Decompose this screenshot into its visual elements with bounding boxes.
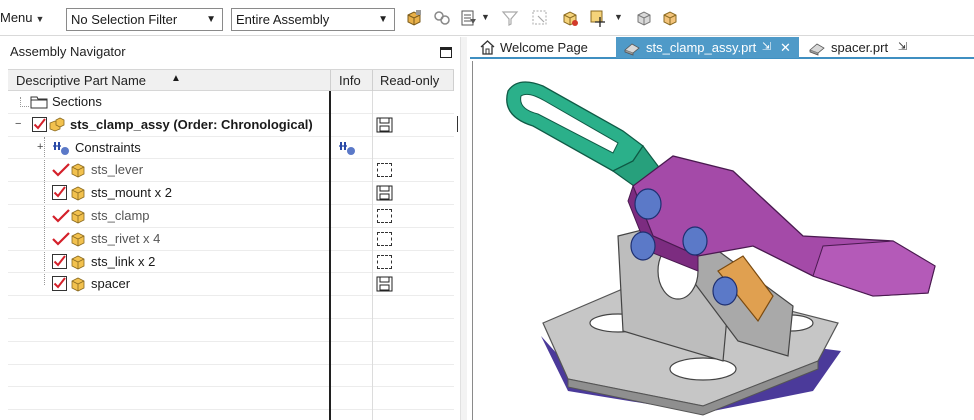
part-icon bbox=[71, 186, 85, 201]
tree-row-part[interactable]: spacer bbox=[8, 273, 454, 297]
empty-row bbox=[8, 342, 454, 365]
link-filter-icon[interactable] bbox=[432, 8, 452, 28]
part-icon bbox=[71, 277, 85, 292]
rivet bbox=[634, 188, 662, 220]
tree-row-label: sts_mount x 2 bbox=[91, 185, 172, 201]
top-toolbar: Menu ▼ No Selection Filter ▼ Entire Assem… bbox=[0, 0, 974, 36]
scope-dropdown[interactable]: Entire Assembly ▼ bbox=[231, 8, 395, 31]
clamp-assembly-model bbox=[506, 81, 936, 416]
home-icon bbox=[480, 40, 495, 55]
tree-row-label: sts_rivet x 4 bbox=[91, 230, 161, 246]
close-icon[interactable]: ✕ bbox=[780, 37, 791, 58]
graphics-viewport[interactable] bbox=[472, 61, 974, 420]
vertical-scrollbar[interactable] bbox=[460, 37, 467, 420]
checked-checkbox-icon[interactable] bbox=[52, 185, 67, 201]
selection-filter-dropdown[interactable]: No Selection Filter ▼ bbox=[66, 8, 223, 31]
tree-row-constraints[interactable]: + Constraints bbox=[8, 137, 454, 160]
tree-row-part[interactable]: sts_clamp bbox=[8, 205, 454, 228]
chevron-down-icon[interactable]: ▼ bbox=[614, 12, 623, 22]
tree-row-label: sts_link x 2 bbox=[91, 253, 156, 269]
not-loaded-icon bbox=[377, 208, 392, 223]
tree-row-part[interactable]: sts_link x 2 bbox=[8, 251, 454, 274]
checked-checkbox-icon[interactable] bbox=[32, 116, 47, 132]
empty-row bbox=[8, 296, 454, 319]
collapse-icon[interactable]: − bbox=[15, 118, 21, 130]
tree-row-label: Constraints bbox=[75, 139, 141, 155]
tree-row-label: sts_clamp_assy (Order: Chronological) bbox=[70, 116, 313, 132]
constraints-info-icon bbox=[339, 141, 355, 155]
part-view-icon[interactable] bbox=[660, 8, 680, 28]
tree-row-label: Sections bbox=[52, 94, 102, 109]
menu-button[interactable]: Menu ▼ bbox=[0, 9, 44, 27]
column-header-row: Descriptive Part Name ▲ Info Read-only bbox=[8, 69, 454, 91]
assembly-icon bbox=[49, 117, 65, 132]
column-header-readonly[interactable]: Read-only bbox=[380, 73, 439, 88]
save-icon bbox=[376, 117, 393, 133]
save-icon bbox=[376, 185, 393, 201]
component-filter-icon[interactable] bbox=[404, 8, 424, 28]
check-mark-icon[interactable] bbox=[52, 232, 70, 246]
tab-label: spacer.prt bbox=[831, 40, 889, 55]
shaded-view-icon[interactable] bbox=[634, 8, 654, 28]
expand-icon[interactable]: + bbox=[37, 141, 43, 153]
part-file-icon bbox=[809, 43, 825, 56]
file-status-icon: ⇲ bbox=[762, 41, 772, 53]
chevron-down-icon: ▼ bbox=[206, 14, 216, 25]
folder-icon bbox=[30, 96, 48, 109]
tab-label: sts_clamp_assy.prt bbox=[646, 40, 757, 55]
select-region-icon[interactable] bbox=[530, 8, 550, 28]
empty-row bbox=[8, 365, 454, 388]
tree-row-part[interactable]: sts_mount x 2 bbox=[8, 182, 454, 205]
panel-title: Assembly Navigator bbox=[10, 44, 126, 59]
column-header-info[interactable]: Info bbox=[339, 73, 361, 88]
not-loaded-icon bbox=[377, 163, 392, 178]
checked-checkbox-icon[interactable] bbox=[52, 276, 67, 292]
select-body-icon[interactable] bbox=[560, 8, 580, 28]
selection-filter-value: No Selection Filter bbox=[71, 12, 178, 27]
checked-checkbox-icon[interactable] bbox=[52, 253, 67, 269]
maximize-icon[interactable] bbox=[440, 47, 452, 58]
filter-funnel-icon[interactable] bbox=[500, 8, 520, 28]
chevron-down-icon: ▼ bbox=[378, 14, 388, 25]
document-tabs: Welcome Page sts_clamp_assy.prt ⇲ ✕ spac… bbox=[470, 37, 974, 59]
assembly-navigator-panel: Assembly Navigator Descriptive Part Name… bbox=[0, 37, 467, 420]
scope-value: Entire Assembly bbox=[236, 12, 330, 27]
tree-row-label: spacer bbox=[91, 276, 131, 292]
check-mark-icon[interactable] bbox=[52, 163, 70, 177]
check-mark-icon[interactable] bbox=[52, 209, 70, 223]
empty-row bbox=[8, 319, 454, 342]
empty-row bbox=[8, 387, 454, 411]
tab-spacer[interactable]: spacer.prt ⇲ bbox=[801, 37, 931, 58]
tree-row-root-assembly[interactable]: − sts_clamp_assy (Order: Chronological) bbox=[8, 114, 458, 137]
part-icon bbox=[71, 163, 85, 178]
snap-point-icon[interactable] bbox=[588, 8, 608, 28]
tree-row-label: sts_lever bbox=[91, 162, 144, 178]
chevron-down-icon[interactable]: ▼ bbox=[481, 12, 490, 22]
tab-sts-clamp-assy[interactable]: sts_clamp_assy.prt ⇲ ✕ bbox=[616, 37, 799, 58]
part-icon bbox=[71, 255, 85, 270]
save-icon bbox=[376, 276, 393, 292]
assembly-tree: Sections − sts_clamp_assy (Order: Chrono… bbox=[8, 91, 458, 411]
not-loaded-icon bbox=[377, 254, 392, 269]
column-divider[interactable] bbox=[329, 91, 331, 420]
part-icon bbox=[71, 209, 85, 224]
constraints-icon bbox=[53, 141, 69, 155]
part-file-icon bbox=[624, 43, 640, 56]
chevron-down-icon: ▼ bbox=[35, 14, 45, 24]
sort-ascending-icon[interactable]: ▲ bbox=[171, 73, 181, 84]
tree-row-part[interactable]: sts_lever bbox=[8, 159, 454, 183]
tree-row-sections[interactable]: Sections bbox=[8, 91, 454, 114]
tab-label: Welcome Page bbox=[500, 40, 588, 55]
menu-label: Menu bbox=[0, 10, 33, 25]
column-header-name[interactable]: Descriptive Part Name bbox=[16, 73, 146, 88]
tree-row-part[interactable]: sts_rivet x 4 bbox=[8, 228, 454, 251]
type-filter-icon[interactable] bbox=[459, 8, 479, 28]
not-loaded-icon bbox=[377, 231, 392, 246]
tab-welcome-page[interactable]: Welcome Page bbox=[470, 37, 614, 58]
part-icon bbox=[71, 232, 85, 247]
tree-row-label: sts_clamp bbox=[91, 207, 150, 223]
file-status-icon: ⇲ bbox=[898, 41, 908, 53]
